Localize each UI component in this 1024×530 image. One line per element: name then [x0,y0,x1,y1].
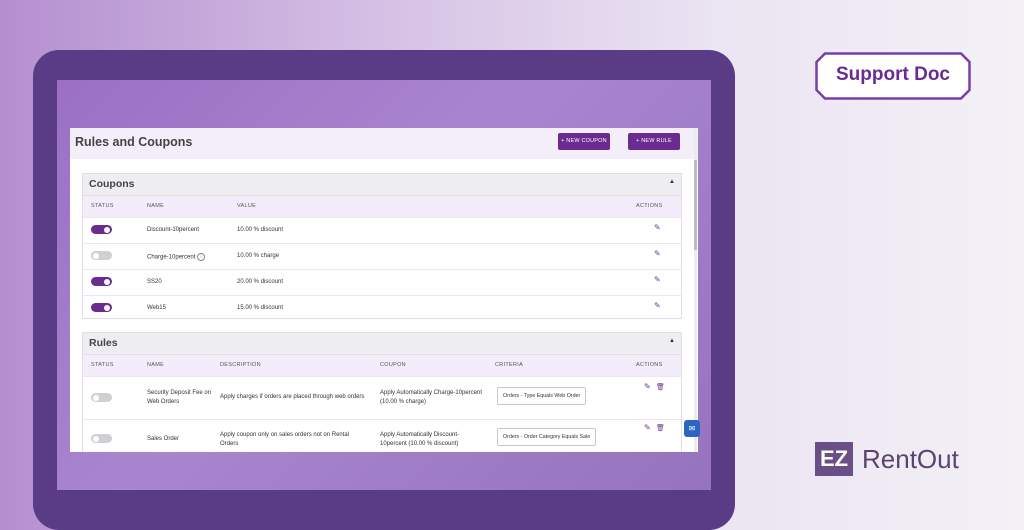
rules-panel-header[interactable]: Rules ▲ [83,333,681,355]
column-description: DESCRIPTION [220,362,261,368]
rules-panel: Rules ▲ STATUS NAME DESCRIPTION COUPON C… [82,332,682,452]
scrollbar-thumb[interactable] [694,160,697,250]
table-row: Web15 15.00 % discount ✎ [83,295,681,321]
status-toggle[interactable] [91,434,112,443]
collapse-caret-icon[interactable]: ▲ [669,179,675,185]
trash-icon[interactable]: 🗑 [656,383,665,391]
coupons-panel: Coupons ▲ STATUS NAME VALUE ACTIONS Disc… [82,173,682,319]
rules-title: Rules [89,337,118,349]
new-coupon-button[interactable]: + NEW COUPON [558,133,610,150]
criteria-chip: Orders - Type Equals Web Order [497,387,587,405]
logo-name: RentOut [862,444,959,474]
coupon-name: SS20 [147,279,162,285]
rules-coupons-app: Rules and Coupons + NEW COUPON + NEW RUL… [70,128,698,452]
app-header: Rules and Coupons + NEW COUPON + NEW RUL… [70,128,698,159]
status-toggle[interactable] [91,251,112,260]
column-actions: ACTIONS [636,362,663,368]
column-name: NAME [147,203,165,209]
coupon-value: 10.00 % charge [237,253,280,259]
column-value: VALUE [237,203,257,209]
status-toggle[interactable] [91,393,112,402]
column-actions: ACTIONS [636,203,663,209]
criteria-chip: Orders - Order Category Equals Sale [497,428,597,446]
coupon-value: 10.00 % discount [237,227,284,233]
pencil-icon[interactable]: ✎ [654,301,661,310]
support-doc-label: Support Doc [836,64,950,85]
coupon-name: Web15 [147,305,166,311]
rules-column-header: STATUS NAME DESCRIPTION COUPON CRITERIA … [83,355,681,376]
coupon-value: 20.00 % discount [237,279,284,285]
page-title: Rules and Coupons [75,135,193,149]
table-row: SS20 20.00 % discount ✎ [83,269,681,295]
coupon-value: 15.00 % discount [237,305,284,311]
table-row: Discount-10percent 10.00 % discount ✎ [83,217,681,243]
table-row: Sales Order Apply coupon only on sales o… [83,419,681,452]
pencil-icon[interactable]: ✎ [644,382,651,391]
table-row: Charge-10percent i 10.00 % charge ✎ [83,243,681,269]
rule-name: Security Deposit Fee on Web Orders [147,390,212,405]
trash-icon[interactable]: 🗑 [656,424,665,432]
info-icon[interactable]: i [197,253,206,261]
column-name: NAME [147,362,165,368]
coupons-panel-header[interactable]: Coupons ▲ [83,174,681,196]
status-toggle[interactable] [91,277,112,286]
logo-mark: EZ [815,442,853,476]
column-status: STATUS [91,203,114,209]
column-criteria: CRITERIA [495,362,524,368]
coupon-name: Discount-10percent [147,227,200,233]
rule-name: Sales Order [147,436,180,442]
rule-description: Apply coupon only on sales orders not on… [220,432,350,447]
new-rule-button[interactable]: + NEW RULE [628,133,680,150]
column-coupon: COUPON [380,362,406,368]
pencil-icon[interactable]: ✎ [654,249,661,258]
coupon-name: Charge-10percent [147,254,196,261]
pencil-icon[interactable]: ✎ [654,223,661,232]
status-toggle[interactable] [91,225,112,234]
collapse-caret-icon[interactable]: ▲ [669,338,675,344]
coupons-title: Coupons [89,178,135,190]
column-status: STATUS [91,362,114,368]
rule-coupon: Apply Automatically Discount-10percent (… [380,432,460,447]
rule-coupon: Apply Automatically Charge-10percent (10… [380,390,483,405]
status-toggle[interactable] [91,303,112,312]
coupons-column-header: STATUS NAME VALUE ACTIONS [83,196,681,217]
pencil-icon[interactable]: ✎ [644,423,651,432]
support-doc-badge: Support Doc [815,52,971,100]
pencil-icon[interactable]: ✎ [654,275,661,284]
chat-icon[interactable]: ✉ [684,420,700,437]
table-row: Security Deposit Fee on Web Orders Apply… [83,376,681,419]
rule-description: Apply charges if orders are placed throu… [220,394,365,400]
